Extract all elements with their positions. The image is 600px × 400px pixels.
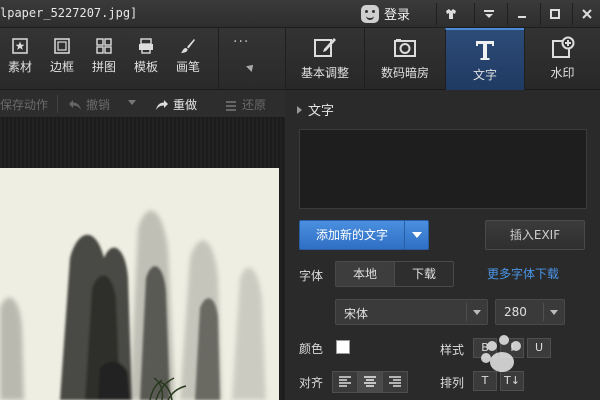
close-icon: [581, 9, 592, 19]
tab-basic-adjust[interactable]: 基本调整: [285, 28, 364, 90]
minimize-icon: [517, 16, 526, 18]
tool-collage[interactable]: 拼图: [86, 38, 122, 75]
arrange-label: 排列: [440, 376, 465, 390]
add-text-label: 添加新的文字: [315, 228, 388, 242]
collapse-arrow-icon: [297, 105, 302, 114]
font-source-local[interactable]: 本地: [336, 262, 394, 286]
template-icon: [139, 38, 153, 54]
panel-title: 文字: [308, 104, 335, 119]
panel-header[interactable]: 文字: [297, 100, 334, 119]
save-action-button[interactable]: 保存动作: [0, 96, 48, 113]
text-icon: [476, 41, 494, 60]
align-right-icon: [389, 376, 401, 387]
tab-text[interactable]: 文字: [445, 28, 524, 90]
more-dots: ···: [233, 34, 250, 50]
frame-icon: [54, 38, 70, 54]
add-text-button[interactable]: 添加新的文字: [299, 220, 429, 250]
more-fonts-link[interactable]: 更多字体下载: [487, 265, 559, 282]
font-label: 字体: [299, 269, 324, 283]
tool-material[interactable]: 素材: [2, 38, 38, 75]
align-right-button[interactable]: [382, 371, 408, 393]
ink-painting-photo[interactable]: [0, 168, 279, 400]
skin-button[interactable]: [436, 3, 464, 25]
redo-label: 重做: [173, 98, 198, 112]
insert-exif-button[interactable]: 插入EXIF: [485, 220, 585, 250]
maximize-icon: [549, 9, 560, 19]
font-name-value: 宋体: [344, 307, 369, 321]
redo-icon: [156, 99, 168, 110]
paw-watermark-icon: [481, 335, 521, 372]
tool-label: 模板: [133, 60, 158, 74]
divider: [57, 95, 58, 113]
align-label: 对齐: [299, 376, 324, 390]
tab-watermark[interactable]: 水印: [524, 28, 600, 90]
undo-dropdown-icon[interactable]: [128, 100, 136, 105]
tool-label: 画笔: [175, 60, 200, 74]
maximize-button[interactable]: [540, 3, 568, 25]
font-size-select[interactable]: 280: [495, 299, 565, 325]
more-tools-button[interactable]: ···: [218, 28, 285, 90]
window-title: lpaper_5227207.jpg]: [0, 6, 138, 20]
tab-label: 数码暗房: [380, 66, 429, 80]
login-button[interactable]: 登录: [361, 4, 410, 23]
tool-label: 素材: [7, 60, 32, 74]
align-left-button[interactable]: [332, 371, 358, 393]
menu-icon: [483, 10, 494, 18]
font-size-value: 280: [504, 305, 527, 319]
menu-button[interactable]: [474, 3, 502, 25]
tab-label: 水印: [550, 66, 575, 80]
skin-icon: [445, 9, 456, 19]
title-bar: lpaper_5227207.jpg] 登录: [0, 0, 600, 28]
undo-button[interactable]: 撤销: [68, 96, 110, 113]
text-input-area[interactable]: [299, 129, 587, 209]
font-name-select[interactable]: 宋体: [335, 299, 488, 325]
tool-template[interactable]: 模板: [128, 38, 164, 75]
restore-icon: [226, 100, 236, 111]
font-source-toggle: 本地 下载: [335, 261, 454, 287]
tool-label: 拼图: [91, 60, 116, 74]
user-face-icon: [361, 4, 379, 23]
chevron-down-icon: [473, 310, 481, 315]
feature-tabs: 基本调整 数码暗房 文字 水印: [285, 28, 600, 90]
chevron-down-icon[interactable]: [404, 221, 428, 249]
undo-icon: [69, 99, 81, 110]
tool-label: 边框: [49, 60, 74, 74]
align-buttons: [332, 371, 408, 393]
style-label: 样式: [440, 343, 465, 357]
canvas-area[interactable]: [0, 118, 285, 400]
align-left-icon: [339, 376, 351, 387]
tab-label: 文字: [472, 68, 497, 82]
tab-digital-darkroom[interactable]: 数码暗房: [364, 28, 445, 90]
star-icon: [12, 38, 28, 54]
expand-arrow-icon: [246, 62, 256, 72]
camera-icon: [394, 39, 416, 57]
tool-brush[interactable]: 画笔: [170, 38, 206, 75]
redo-button[interactable]: 重做: [155, 96, 197, 113]
tab-label: 基本调整: [300, 66, 349, 80]
save-action-label: 保存动作: [0, 98, 49, 112]
edit-icon: [314, 38, 336, 57]
text-color-swatch[interactable]: [336, 340, 350, 354]
action-bar: 保存动作 撤销 重做 还原: [0, 90, 285, 118]
chevron-down-icon: [550, 310, 558, 315]
restore-button[interactable]: 还原: [224, 96, 266, 113]
font-source-download[interactable]: 下载: [394, 262, 453, 286]
grid-icon: [96, 38, 112, 54]
restore-label: 还原: [242, 98, 267, 112]
ink-mountain-image: [0, 210, 266, 400]
tool-frame[interactable]: 边框: [44, 38, 80, 75]
close-button[interactable]: [572, 3, 600, 25]
undo-label: 撤销: [86, 98, 111, 112]
align-center-button[interactable]: [357, 371, 383, 393]
align-center-icon: [364, 376, 376, 387]
color-label: 颜色: [299, 342, 324, 356]
minimize-button[interactable]: [507, 3, 535, 25]
brush-icon: [181, 39, 195, 53]
divider: [543, 303, 544, 321]
login-label: 登录: [384, 8, 411, 23]
divider: [466, 303, 467, 321]
watermark-icon: [551, 36, 574, 58]
